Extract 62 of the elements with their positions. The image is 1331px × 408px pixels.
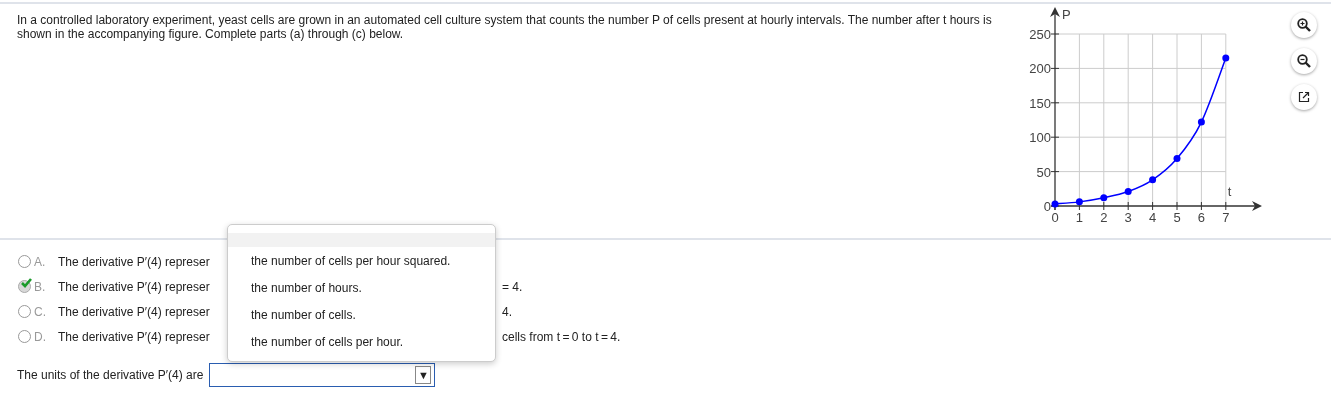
y-tick-label: 200	[1029, 61, 1051, 77]
data-point	[1149, 176, 1157, 184]
zoom-out-button[interactable]	[1291, 48, 1317, 74]
x-tick-label: 6	[1197, 210, 1205, 225]
menu-item[interactable]: the number of cells.	[228, 301, 495, 328]
x-tick-label: 1	[1075, 210, 1083, 225]
option-letter: D.	[34, 328, 47, 346]
option-text: cells from t = 0 to t = 4.	[502, 328, 621, 346]
y-tick-label: 0	[1043, 199, 1051, 214]
menu-item[interactable]: the number of cells per hour squared.	[228, 247, 495, 274]
data-point	[1075, 198, 1083, 206]
x-tick-label: 7	[1222, 210, 1230, 225]
zoom-out-icon	[1297, 54, 1311, 68]
external-link-icon	[1298, 91, 1310, 103]
x-tick-label: 2	[1100, 210, 1108, 225]
x-tick-label: 4	[1149, 210, 1157, 225]
y-tick-label: 50	[1036, 164, 1051, 180]
tick-mark	[1225, 201, 1227, 211]
radio-button[interactable]	[18, 330, 31, 343]
tick-mark	[1127, 201, 1129, 211]
y-tick-label: 250	[1029, 27, 1051, 42]
tick-mark	[1050, 102, 1060, 104]
data-point	[1173, 155, 1181, 163]
tick-mark	[1050, 33, 1060, 35]
option-text: The derivative P′(4) represer	[58, 253, 211, 271]
option-text: The derivative P′(4) represer	[58, 328, 211, 346]
y-tick-label: 100	[1029, 130, 1051, 146]
question-text: In a controlled laboratory experiment, yeast cells are grown in an automated cell culture system that counts the number P of cells present at hourly intervals. The number after t hours is shown in the accompanying figure. Complete parts (a) through (c) below.	[17, 13, 992, 41]
tick-mark	[1200, 201, 1202, 211]
option-text: The derivative P′(4) represer	[58, 303, 211, 321]
tick-mark	[1152, 201, 1154, 211]
tick-mark	[1103, 201, 1105, 211]
zoom-in-button[interactable]	[1291, 12, 1317, 38]
units-dropdown[interactable]: ▼	[209, 363, 436, 387]
tick-mark	[1050, 67, 1060, 69]
option-text: = 4.	[502, 278, 523, 296]
menu-item[interactable]: the number of cells per hour.	[228, 328, 495, 355]
option-letter: A.	[34, 253, 47, 271]
data-point	[1197, 118, 1205, 126]
data-point	[1100, 194, 1108, 202]
y-axis-label: P	[1062, 7, 1071, 22]
option-letter: C.	[34, 303, 47, 321]
option-text: The derivative P′(4) represer	[58, 278, 211, 296]
data-point	[1051, 200, 1059, 208]
option-letter: B.	[34, 278, 47, 296]
pop-out-button[interactable]	[1291, 84, 1317, 110]
x-axis-label: t	[1227, 184, 1232, 199]
x-tick-label: 5	[1173, 210, 1181, 225]
x-tick-label: 3	[1124, 210, 1132, 225]
radio-button[interactable]	[18, 305, 31, 318]
zoom-in-icon	[1297, 18, 1311, 32]
data-point	[1222, 54, 1230, 62]
data-point	[1124, 188, 1132, 196]
option-text: 4.	[502, 303, 512, 321]
y-tick-label: 150	[1029, 95, 1051, 111]
menu-item[interactable]: the number of hours.	[228, 274, 495, 301]
radio-button[interactable]	[18, 255, 31, 268]
tick-mark	[1050, 171, 1060, 173]
units-prompt: The units of the derivative P′(4) are	[17, 367, 204, 384]
tick-mark	[1176, 201, 1178, 211]
x-tick-label: 0	[1051, 210, 1059, 225]
tick-mark	[1050, 136, 1060, 138]
